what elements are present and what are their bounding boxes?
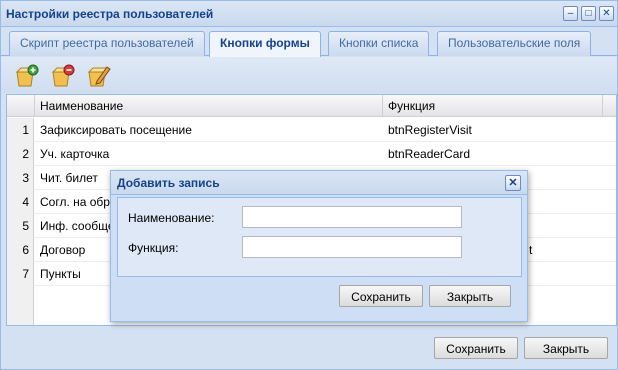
table-row[interactable]: 1 Зафиксировать посещение btnRegisterVis… <box>7 118 616 142</box>
dialog-form: Наименование: Функция: <box>117 197 522 277</box>
dialog-title: Добавить запись <box>117 176 220 190</box>
column-header-name[interactable]: Наименование <box>35 95 383 117</box>
row-number: 3 <box>7 166 34 190</box>
row-number: 2 <box>7 142 34 166</box>
dialog-close-button[interactable]: Закрыть <box>429 285 511 307</box>
cell-name: Согл. на обр <box>40 195 110 209</box>
function-field-label: Функция: <box>128 241 179 255</box>
dialog-close-icon[interactable]: ✕ <box>505 175 521 191</box>
add-record-icon[interactable] <box>13 63 39 89</box>
close-icon[interactable]: ✕ <box>599 6 614 21</box>
rownum-header <box>7 95 35 117</box>
tab-custom-fields[interactable]: Пользовательские поля <box>437 31 592 56</box>
add-record-dialog: Добавить запись ✕ Наименование: Функция:… <box>110 170 528 322</box>
cell-function: btnReaderCard <box>388 147 471 161</box>
cell-name: Пункты <box>40 267 81 281</box>
close-button[interactable]: Закрыть <box>524 337 608 359</box>
cell-name: Чит. билет <box>40 171 98 185</box>
row-number: 4 <box>7 190 34 214</box>
window-title-bar[interactable]: Настройки реестра пользователей – □ ✕ <box>1 1 617 27</box>
toolbar <box>1 57 617 93</box>
edit-record-icon[interactable] <box>85 63 111 89</box>
row-number: 7 <box>7 262 34 286</box>
minimize-icon[interactable]: – <box>563 6 578 21</box>
tab-user-registry-script[interactable]: Скрипт реестра пользователей <box>9 31 205 56</box>
cell-function: t <box>529 243 533 257</box>
name-field[interactable] <box>242 206 462 228</box>
function-field[interactable] <box>242 236 462 258</box>
dialog-save-button[interactable]: Сохранить <box>339 285 423 307</box>
name-field-label: Наименование: <box>128 211 215 225</box>
tab-strip: Скрипт реестра пользователей Кнопки форм… <box>1 28 617 57</box>
row-number: 5 <box>7 214 34 238</box>
delete-record-icon[interactable] <box>49 63 75 89</box>
row-number: 6 <box>7 238 34 262</box>
cell-name: Зафиксировать посещение <box>40 123 192 137</box>
tab-form-buttons[interactable]: Кнопки формы <box>209 31 321 57</box>
dialog-title-bar[interactable]: Добавить запись ✕ <box>111 171 527 195</box>
window-title: Настройки реестра пользователей <box>6 7 214 21</box>
cell-name: Договор <box>40 243 86 257</box>
cell-name: Уч. карточка <box>40 147 110 161</box>
column-header-function[interactable]: Функция <box>383 95 603 117</box>
grid-empty-area <box>7 286 34 325</box>
cell-name: Инф. сообще <box>40 219 115 233</box>
maximize-icon[interactable]: □ <box>581 6 596 21</box>
row-number: 1 <box>7 118 34 142</box>
tab-list-buttons[interactable]: Кнопки списка <box>328 31 430 56</box>
table-row[interactable]: 2 Уч. карточка btnReaderCard <box>7 142 616 166</box>
cell-function: btnRegisterVisit <box>388 123 472 137</box>
grid-header: Наименование Функция <box>7 95 616 117</box>
save-button[interactable]: Сохранить <box>434 337 518 359</box>
